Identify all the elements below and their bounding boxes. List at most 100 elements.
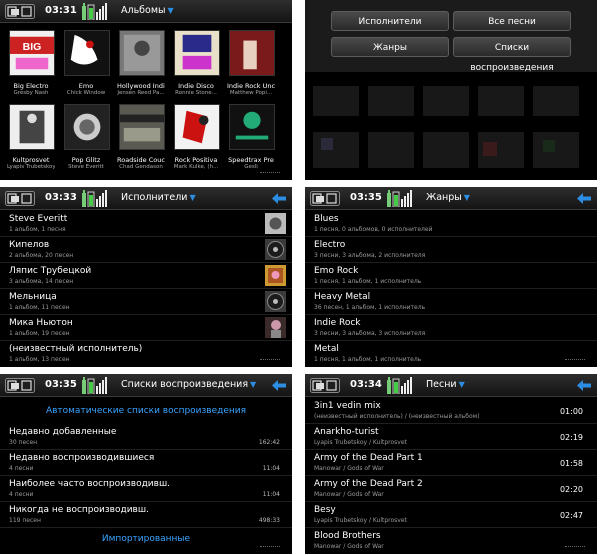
list-item[interactable]: (неизвестный исполнитель) 1 альбом, 13 п… [0, 341, 292, 367]
artist-info: 1 альбом, 1 песня [9, 226, 66, 233]
battery-signal-icon[interactable] [387, 377, 413, 394]
back-arrow-icon[interactable] [577, 193, 591, 204]
album-cover [173, 30, 220, 76]
view-menu-label: Песни [426, 379, 457, 390]
battery-signal-icon[interactable] [82, 190, 108, 207]
menu-item-all-songs[interactable]: Все песни [453, 11, 571, 31]
album-cover: BIG [8, 30, 55, 76]
list-item[interactable]: 3in1 vedin mix (неизвестный исполнитель) … [305, 398, 597, 424]
album-item[interactable]: Indie Rock Uncut Matthew Popi... [227, 30, 275, 96]
view-menu-label: Списки воспроизведения [121, 379, 249, 390]
album-item[interactable]: Kultprosvet Lyapis Trubetskoy [7, 104, 55, 170]
list-item[interactable]: Blues 1 песня, 0 альбомов, 0 исполнителей [305, 211, 597, 237]
artist-info: 3 альбома, 14 песен [9, 278, 74, 285]
album-artist: Chad Gendason [119, 164, 163, 170]
list-item[interactable]: Indie Rock 3 песни, 3 альбома, 3 исполнит… [305, 315, 597, 341]
view-menu-dropdown[interactable]: Альбомы ▼ [121, 5, 174, 16]
clock: 03:35 [350, 192, 382, 203]
list-item[interactable]: Heavy Metal 36 песен, 1 альбом, 1 исполни… [305, 289, 597, 315]
status-bar: 03:34 Песни ▼ [305, 374, 597, 397]
menu-item-playlists[interactable]: Списки воспроизведения [453, 37, 571, 73]
list-item[interactable]: Emo Rock 1 песня, 1 альбом, 1 исполнитель [305, 263, 597, 289]
genre-info: 1 песня, 1 альбом, 1 исполнитель [314, 356, 422, 363]
back-arrow-icon[interactable] [272, 193, 286, 204]
task-switcher-icon[interactable] [310, 191, 340, 206]
album-title: Rock Positiva [174, 156, 218, 164]
more-indicator [565, 359, 585, 362]
genre-name: Emo Rock [314, 266, 359, 276]
album-item[interactable]: Hollywood Indie Jensen Reed Pa... [117, 30, 165, 96]
list-item[interactable]: Blood Brothers Manowar / Gods of War [305, 528, 597, 554]
battery-signal-icon[interactable] [82, 3, 108, 20]
view-menu-label: Альбомы [121, 5, 166, 16]
album-cover [228, 30, 275, 76]
artist-info: 1 альбом, 19 песен [9, 330, 70, 337]
song-duration: 02:47 [559, 511, 583, 520]
task-switcher-icon[interactable] [310, 378, 340, 393]
list-item[interactable]: Anarkho-turist Lyapis Trubetskoy / Kultpr… [305, 424, 597, 450]
list-item[interactable]: Steve Everitt 1 альбом, 1 песня [0, 211, 292, 237]
list-item[interactable]: Недавно воспроизводившиеся 4 песни 11:04 [0, 450, 292, 476]
playlist-name: Никогда не воспроизводивш. [9, 505, 149, 515]
album-artist: Jensen Reed Pa... [117, 90, 165, 96]
dimmed-album-grid [313, 86, 579, 168]
album-cover [63, 104, 110, 150]
list-item[interactable]: Наиболее часто воспроизводивш. 4 песни 11:… [0, 476, 292, 502]
song-artist-album: Lyapis Trubetskoy / Kultprosvet [314, 517, 407, 524]
list-item[interactable]: Недавно добавленные 30 песен 162:42 [0, 424, 292, 450]
battery-signal-icon[interactable] [387, 190, 413, 207]
back-arrow-icon[interactable] [577, 380, 591, 391]
artist-info: 1 альбом, 13 песен [9, 356, 70, 363]
playlist-count: 4 песни [9, 491, 34, 498]
album-item[interactable]: BIG Big Electro Gresby Nash [7, 30, 55, 96]
list-item[interactable]: Army of the Dead Part 2 Manowar / Gods of… [305, 476, 597, 502]
album-title: Kultprosvet [12, 156, 50, 164]
list-item[interactable]: Electro 3 песни, 3 альбома, 2 исполнителя [305, 237, 597, 263]
task-switcher-icon[interactable] [5, 378, 35, 393]
album-item[interactable]: Speedtrax Pre Gesli [227, 104, 275, 170]
album-title: Emo [78, 82, 94, 90]
view-menu-dropdown[interactable]: Списки воспроизведения ▼ [121, 379, 256, 390]
list-item[interactable]: Ляпис Трубецкой 3 альбома, 14 песен [0, 263, 292, 289]
playlist-duration: 11:04 [262, 465, 280, 472]
section-header-automatic: Автоматические списки воспроизведения [45, 406, 247, 416]
clock: 03:35 [45, 379, 77, 390]
genre-info: 36 песен, 1 альбом, 1 исполнитель [314, 304, 426, 311]
album-cover [228, 104, 275, 150]
menu-item-artists[interactable]: Исполнители [331, 11, 449, 31]
list-item[interactable]: Мика Ньютон 1 альбом, 19 песен [0, 315, 292, 341]
album-item[interactable]: Roadside Couch Chad Gendason [117, 104, 165, 170]
battery-signal-icon[interactable] [82, 377, 108, 394]
view-menu-dropdown[interactable]: Жанры ▼ [426, 192, 470, 203]
list-item[interactable]: Besy Lyapis Trubetskoy / Kultprosvet 02:47 [305, 502, 597, 528]
artist-thumbnail [265, 213, 286, 234]
menu-item-genres[interactable]: Жанры [331, 37, 449, 57]
list-item[interactable]: Кипелов 2 альбома, 20 песен [0, 237, 292, 263]
playlists-screen: 03:35 Списки воспроизведения ▼ Автоматиче… [0, 374, 292, 554]
artist-name: Кипелов [9, 240, 50, 250]
album-item[interactable]: Emo Chick Window [62, 30, 110, 96]
back-arrow-icon[interactable] [272, 380, 286, 391]
album-title: Pop Glitz [71, 156, 101, 164]
list-item[interactable]: Metal 1 песня, 1 альбом, 1 исполнитель [305, 341, 597, 367]
view-menu-dropdown[interactable]: Песни ▼ [426, 379, 465, 390]
task-switcher-icon[interactable] [5, 191, 35, 206]
album-artist: Gresby Nash [13, 90, 49, 96]
album-item[interactable]: Indie Disco Ronnie Stone... [172, 30, 220, 96]
list-item[interactable]: Мельница 1 альбом, 11 песен [0, 289, 292, 315]
playlist-duration: 11:04 [262, 491, 280, 498]
task-switcher-icon[interactable] [5, 4, 35, 19]
album-item[interactable]: Pop Glitz Steve Everitt [62, 104, 110, 170]
list-item[interactable]: Army of the Dead Part 1 Manowar / Gods of… [305, 450, 597, 476]
album-artist: Lyapis Trubetskoy [7, 164, 55, 170]
song-title: Army of the Dead Part 2 [314, 479, 423, 489]
playlist-count: 30 песен [9, 439, 38, 446]
album-cover [8, 104, 55, 150]
view-menu-dropdown[interactable]: Исполнители ▼ [121, 192, 196, 203]
list-item[interactable]: Никогда не воспроизводивш. 119 песен 498:3… [0, 502, 292, 528]
album-item[interactable]: Rock Positiva Mark Kulke, (h... [172, 104, 220, 170]
song-artist-album: Lyapis Trubetskoy / Kultprosvet [314, 439, 407, 446]
status-bar: 03:33 Исполнители ▼ [0, 187, 292, 210]
album-title: Big Electro [13, 82, 49, 90]
album-cover [63, 30, 110, 76]
